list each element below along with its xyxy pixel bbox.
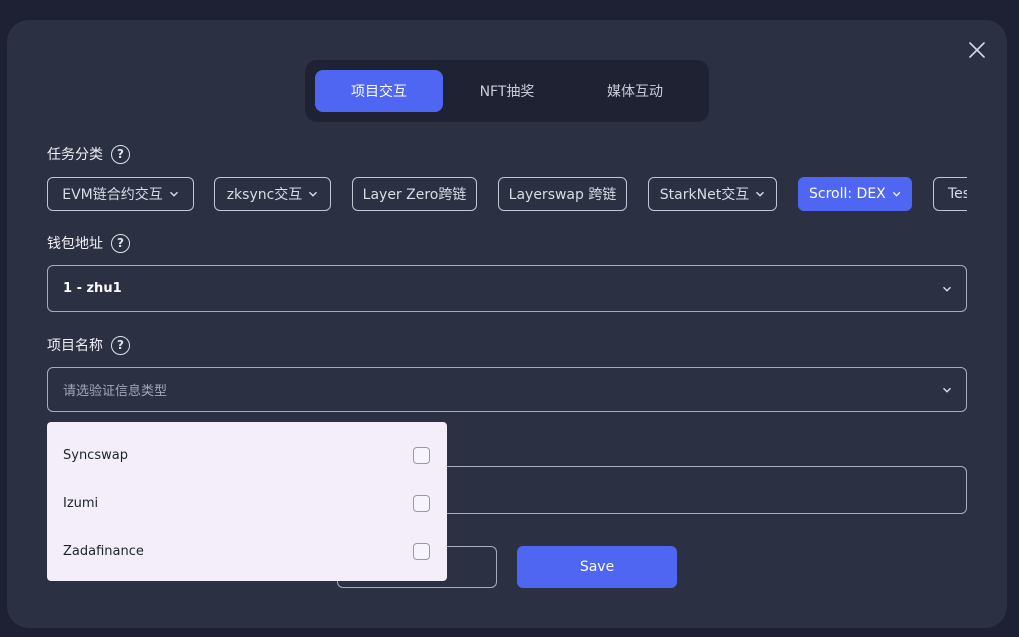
tab-media-interaction[interactable]: 媒体互动 bbox=[571, 70, 699, 112]
chip-test[interactable]: Tes bbox=[933, 177, 967, 211]
project-label: 项目名称 bbox=[47, 338, 103, 354]
chip-zksync[interactable]: zksync交互 bbox=[214, 177, 331, 211]
chip-label: EVM链合约交互 bbox=[62, 187, 163, 203]
tab-nft-lottery[interactable]: NFT抽奖 bbox=[443, 70, 571, 112]
chip-label: Layerswap 跨链 bbox=[508, 187, 617, 203]
close-icon bbox=[969, 42, 985, 58]
task-category-label: 任务分类 bbox=[47, 147, 103, 163]
option-checkbox[interactable] bbox=[413, 447, 430, 464]
project-dropdown-menu: Syncswap Izumi Zadafinance bbox=[47, 422, 447, 581]
chevron-down-icon bbox=[756, 191, 765, 197]
chip-layerswap[interactable]: Layerswap 跨链 bbox=[498, 177, 627, 211]
save-button[interactable]: Save bbox=[517, 546, 677, 588]
chip-evm-contract[interactable]: EVM链合约交互 bbox=[47, 177, 194, 211]
wallet-select[interactable]: 1 - zhu1 bbox=[47, 265, 967, 312]
dropdown-option-syncswap[interactable]: Syncswap bbox=[47, 435, 447, 475]
chip-layer-zero[interactable]: Layer Zero跨链 bbox=[352, 177, 477, 211]
wallet-label: 钱包地址 bbox=[47, 236, 103, 252]
help-icon[interactable]: ? bbox=[111, 335, 130, 355]
help-icon[interactable]: ? bbox=[111, 144, 130, 164]
close-button[interactable] bbox=[962, 35, 992, 65]
wallet-label-row: 钱包地址 ? bbox=[47, 232, 130, 254]
option-label: Syncswap bbox=[63, 447, 128, 463]
chip-scroll-dex[interactable]: Scroll: DEX bbox=[798, 177, 912, 211]
option-checkbox[interactable] bbox=[413, 543, 430, 560]
chevron-down-icon bbox=[169, 191, 178, 197]
option-checkbox[interactable] bbox=[413, 495, 430, 512]
chip-label: zksync交互 bbox=[226, 187, 303, 203]
help-icon[interactable]: ? bbox=[111, 233, 130, 253]
chip-label: Scroll: DEX bbox=[809, 186, 886, 202]
tab-project-interaction[interactable]: 项目交互 bbox=[315, 70, 443, 112]
chip-label: Layer Zero跨链 bbox=[362, 187, 467, 203]
project-select[interactable]: 请选验证信息类型 bbox=[47, 367, 967, 412]
dropdown-option-izumi[interactable]: Izumi bbox=[47, 483, 447, 523]
chip-label: StarkNet交互 bbox=[659, 187, 750, 203]
tab-bar: 项目交互 NFT抽奖 媒体互动 bbox=[305, 60, 709, 122]
chevron-down-icon bbox=[942, 286, 952, 292]
chevron-down-icon bbox=[892, 191, 901, 197]
wallet-value: 1 - zhu1 bbox=[63, 281, 122, 296]
dropdown-option-zadafinance[interactable]: Zadafinance bbox=[47, 531, 447, 571]
chip-label: Tes bbox=[948, 186, 967, 202]
project-placeholder: 请选验证信息类型 bbox=[63, 384, 168, 399]
task-category-chips: EVM链合约交互 zksync交互 Layer Zero跨链 Layerswap… bbox=[47, 177, 967, 211]
task-category-label-row: 任务分类 ? bbox=[47, 143, 130, 165]
option-label: Izumi bbox=[63, 495, 99, 511]
chevron-down-icon bbox=[309, 191, 318, 197]
option-label: Zadafinance bbox=[63, 543, 144, 559]
chevron-down-icon bbox=[942, 387, 952, 393]
project-label-row: 项目名称 ? bbox=[47, 334, 130, 356]
chip-starknet[interactable]: StarkNet交互 bbox=[648, 177, 777, 211]
